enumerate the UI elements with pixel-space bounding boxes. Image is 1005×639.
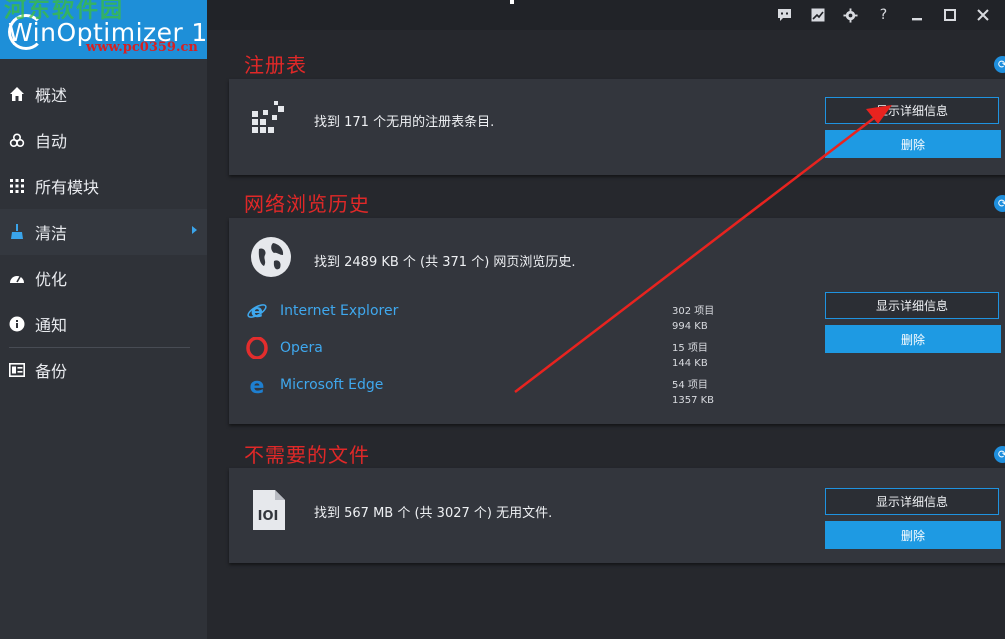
feedback-icon[interactable] bbox=[768, 5, 801, 25]
browser-name: Opera bbox=[280, 340, 323, 356]
svg-text:IOI: IOI bbox=[258, 509, 279, 524]
opera-icon bbox=[246, 337, 268, 359]
svg-text:e: e bbox=[251, 301, 263, 322]
browser-name: Internet Explorer bbox=[280, 303, 399, 319]
browser-row-internet-explorer: e Internet Explorer bbox=[246, 298, 398, 324]
broom-icon bbox=[9, 224, 25, 240]
opera-items: 15 项目 bbox=[672, 343, 708, 354]
sidebar-item-clean[interactable]: 清洁 bbox=[0, 209, 207, 255]
edge-size: 1357 KB bbox=[672, 395, 715, 406]
sidebar-item-label: 通知 bbox=[35, 316, 68, 335]
sidebar-item-label: 清洁 bbox=[35, 224, 68, 243]
browser-row-edge: e Microsoft Edge bbox=[246, 372, 384, 398]
binary-file-icon: IOI bbox=[251, 488, 287, 536]
browsing-summary: 找到 2489 KB 个 (共 371 个) 网页浏览历史. bbox=[314, 255, 576, 270]
home-icon bbox=[9, 86, 25, 102]
chart-icon[interactable] bbox=[801, 5, 834, 25]
maximize-icon[interactable] bbox=[933, 5, 966, 25]
refresh-files-icon[interactable]: ⟳ bbox=[994, 446, 1005, 463]
watermark-site: www.pc0359.cn bbox=[86, 40, 198, 55]
grid-dots-icon bbox=[9, 178, 25, 194]
files-details-button[interactable]: 显示详细信息 bbox=[825, 488, 999, 515]
svg-text:e: e bbox=[250, 374, 265, 396]
caret-right-icon bbox=[192, 226, 197, 234]
ie-items: 302 项目 bbox=[672, 306, 715, 317]
sidebar-item-auto[interactable]: 自动 bbox=[0, 117, 207, 163]
sidebar-item-overview[interactable]: 概述 bbox=[0, 71, 207, 117]
globe-icon bbox=[249, 235, 293, 283]
browsing-panel: 找到 2489 KB 个 (共 371 个) 网页浏览历史. e Interne… bbox=[229, 218, 1005, 424]
browsing-details-button[interactable]: 显示详细信息 bbox=[825, 292, 999, 319]
edge-items: 54 项目 bbox=[672, 380, 708, 391]
help-icon[interactable]: ? bbox=[867, 5, 900, 25]
section-title-browsing: 网络浏览历史 bbox=[244, 192, 370, 216]
biohazard-icon bbox=[9, 132, 25, 148]
registry-details-button[interactable]: 显示详细信息 bbox=[825, 97, 999, 124]
sidebar-item-optimize[interactable]: 优化 bbox=[0, 255, 207, 301]
sidebar-item-label: 自动 bbox=[35, 132, 68, 151]
registry-panel: 找到 171 个无用的注册表条目. 显示详细信息 删除 bbox=[229, 79, 1005, 175]
sidebar: 河东软件园 WinOptimizer18 www.pc0359.cn 概述 自动 bbox=[0, 0, 207, 639]
edge-icon: e bbox=[246, 374, 268, 396]
close-icon[interactable] bbox=[966, 5, 999, 25]
window-controls: ? bbox=[768, 5, 999, 25]
sidebar-item-backup[interactable]: 备份 bbox=[0, 347, 207, 393]
ie-size: 994 KB bbox=[672, 321, 708, 332]
browser-row-opera: Opera bbox=[246, 335, 323, 361]
edge-stats: 54 项目 1357 KB bbox=[672, 378, 714, 408]
registry-delete-button[interactable]: 删除 bbox=[825, 130, 1001, 158]
main-content: 注册表 ⟳ 找到 171 个无用的注册表条目. 显示详细信息 删除 网络浏览历史… bbox=[207, 30, 1005, 639]
sidebar-item-label: 备份 bbox=[35, 362, 68, 381]
sidebar-item-label: 概述 bbox=[35, 86, 68, 105]
files-panel: IOI 找到 567 MB 个 (共 3027 个) 无用文件. 显示详细信息 … bbox=[229, 468, 1005, 563]
title-bar: ? bbox=[207, 0, 1005, 30]
gauge-icon bbox=[9, 270, 25, 286]
info-icon bbox=[9, 316, 25, 332]
app-logo: 河东软件园 WinOptimizer18 www.pc0359.cn bbox=[0, 0, 207, 59]
ie-stats: 302 项目 994 KB bbox=[672, 304, 714, 334]
files-summary: 找到 567 MB 个 (共 3027 个) 无用文件. bbox=[314, 506, 553, 521]
sidebar-item-notifications[interactable]: 通知 bbox=[0, 301, 207, 347]
registry-blocks-icon bbox=[249, 98, 289, 142]
sidebar-item-label: 优化 bbox=[35, 270, 68, 289]
section-title-files: 不需要的文件 bbox=[244, 443, 370, 467]
backup-card-icon bbox=[9, 362, 25, 378]
internet-explorer-icon: e bbox=[246, 300, 268, 322]
files-delete-button[interactable]: 删除 bbox=[825, 521, 1001, 549]
section-title-registry: 注册表 bbox=[244, 53, 307, 77]
cursor-marker bbox=[510, 0, 514, 4]
minimize-icon[interactable] bbox=[900, 5, 933, 25]
sidebar-nav: 概述 自动 所有模块 清洁 优化 通知 备份 bbox=[0, 71, 207, 393]
settings-gear-icon[interactable] bbox=[834, 5, 867, 25]
sidebar-item-all-modules[interactable]: 所有模块 bbox=[0, 163, 207, 209]
sidebar-item-label: 所有模块 bbox=[35, 178, 100, 197]
refresh-registry-icon[interactable]: ⟳ bbox=[994, 56, 1005, 73]
opera-stats: 15 项目 144 KB bbox=[672, 341, 708, 371]
refresh-browsing-icon[interactable]: ⟳ bbox=[994, 195, 1005, 212]
opera-size: 144 KB bbox=[672, 358, 708, 369]
registry-summary: 找到 171 个无用的注册表条目. bbox=[314, 115, 495, 130]
browser-name: Microsoft Edge bbox=[280, 377, 384, 393]
browsing-delete-button[interactable]: 删除 bbox=[825, 325, 1001, 353]
